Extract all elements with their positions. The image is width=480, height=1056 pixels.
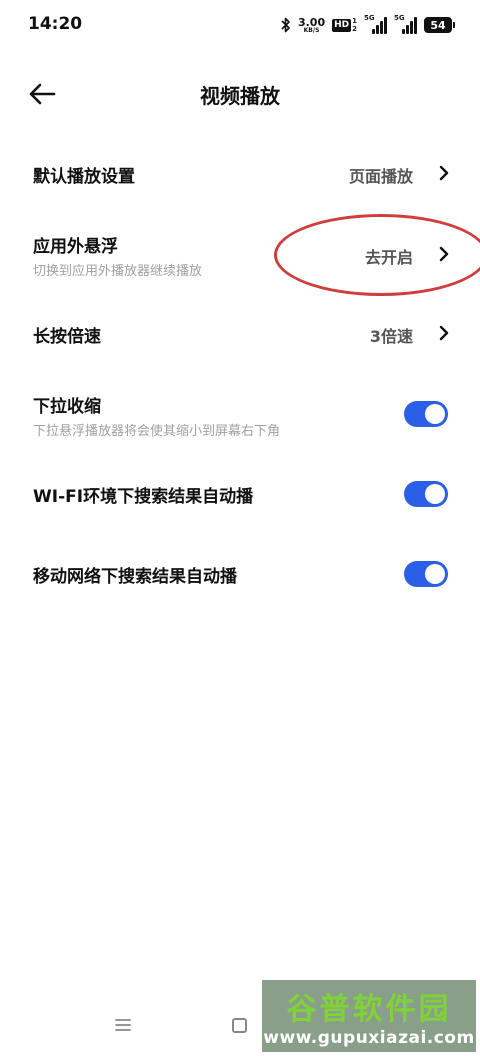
watermark-url: www.gupuxiazai.com: [263, 1028, 475, 1048]
setting-mobile-autoplay: 移动网络下搜索结果自动播: [0, 542, 480, 604]
network-speed-unit: KB/S: [303, 26, 320, 34]
status-bar: 14:20 3.00 KB/S HD 1 2 5G 5G 54: [0, 0, 480, 50]
mobile-autoplay-toggle[interactable]: [404, 561, 448, 587]
setting-default-playback[interactable]: 默认播放设置 页面播放: [0, 140, 480, 206]
pull-down-shrink-toggle[interactable]: [404, 401, 448, 427]
setting-value: 页面播放: [348, 167, 413, 186]
setting-value: 3倍速: [369, 327, 413, 346]
signal-label: 5G: [394, 14, 405, 22]
watermark-logo: 谷普软件园: [286, 992, 452, 1027]
setting-title: 移动网络下搜索结果自动播: [33, 567, 237, 587]
setting-long-press-speed[interactable]: 长按倍速 3倍速: [0, 300, 480, 366]
setting-wifi-autoplay: WI-FI环境下搜索结果自动播: [0, 462, 480, 524]
hd-label: HD: [332, 18, 352, 32]
chevron-right-icon: [439, 165, 449, 181]
status-time: 14:20: [28, 14, 83, 34]
setting-title: 下拉收缩: [33, 397, 101, 417]
status-icons: 3.00 KB/S HD 1 2 5G 5G 54: [281, 14, 455, 36]
hd-num-1: 1: [352, 17, 357, 25]
wifi-autoplay-toggle[interactable]: [404, 481, 448, 507]
bluetooth-icon: [281, 17, 290, 33]
page-title: 视频播放: [200, 84, 280, 108]
battery-level: 54: [430, 18, 446, 32]
signal-label: 5G: [364, 14, 375, 22]
setting-title: 长按倍速: [33, 327, 101, 347]
setting-subtitle: 切换到应用外播放器继续播放: [33, 264, 203, 279]
setting-title: 应用外悬浮: [33, 237, 118, 257]
setting-pull-down-shrink: 下拉收缩 下拉悬浮播放器将会使其缩小到屏幕右下角: [0, 376, 480, 452]
hd-num-2: 2: [352, 25, 357, 33]
signal-icon-sim1: 5G: [364, 14, 387, 34]
watermark: 谷普软件园 www.gupuxiazai.com: [262, 980, 476, 1052]
network-speed-value: 3.00: [297, 15, 326, 29]
signal-icon-sim2: 5G: [394, 14, 417, 34]
battery-icon: 54: [424, 17, 455, 33]
home-icon[interactable]: [232, 1018, 247, 1033]
setting-title: WI-FI环境下搜索结果自动播: [33, 487, 254, 507]
setting-subtitle: 下拉悬浮播放器将会使其缩小到屏幕右下角: [33, 424, 281, 439]
header: 视频播放: [0, 70, 480, 118]
highlight-circle-annotation: [274, 214, 480, 296]
setting-title: 默认播放设置: [33, 167, 135, 187]
network-speed: 3.00 KB/S: [298, 17, 325, 34]
menu-icon[interactable]: [114, 1016, 132, 1034]
hd-voice-icon: HD 1 2: [332, 17, 357, 33]
chevron-right-icon: [439, 325, 449, 341]
